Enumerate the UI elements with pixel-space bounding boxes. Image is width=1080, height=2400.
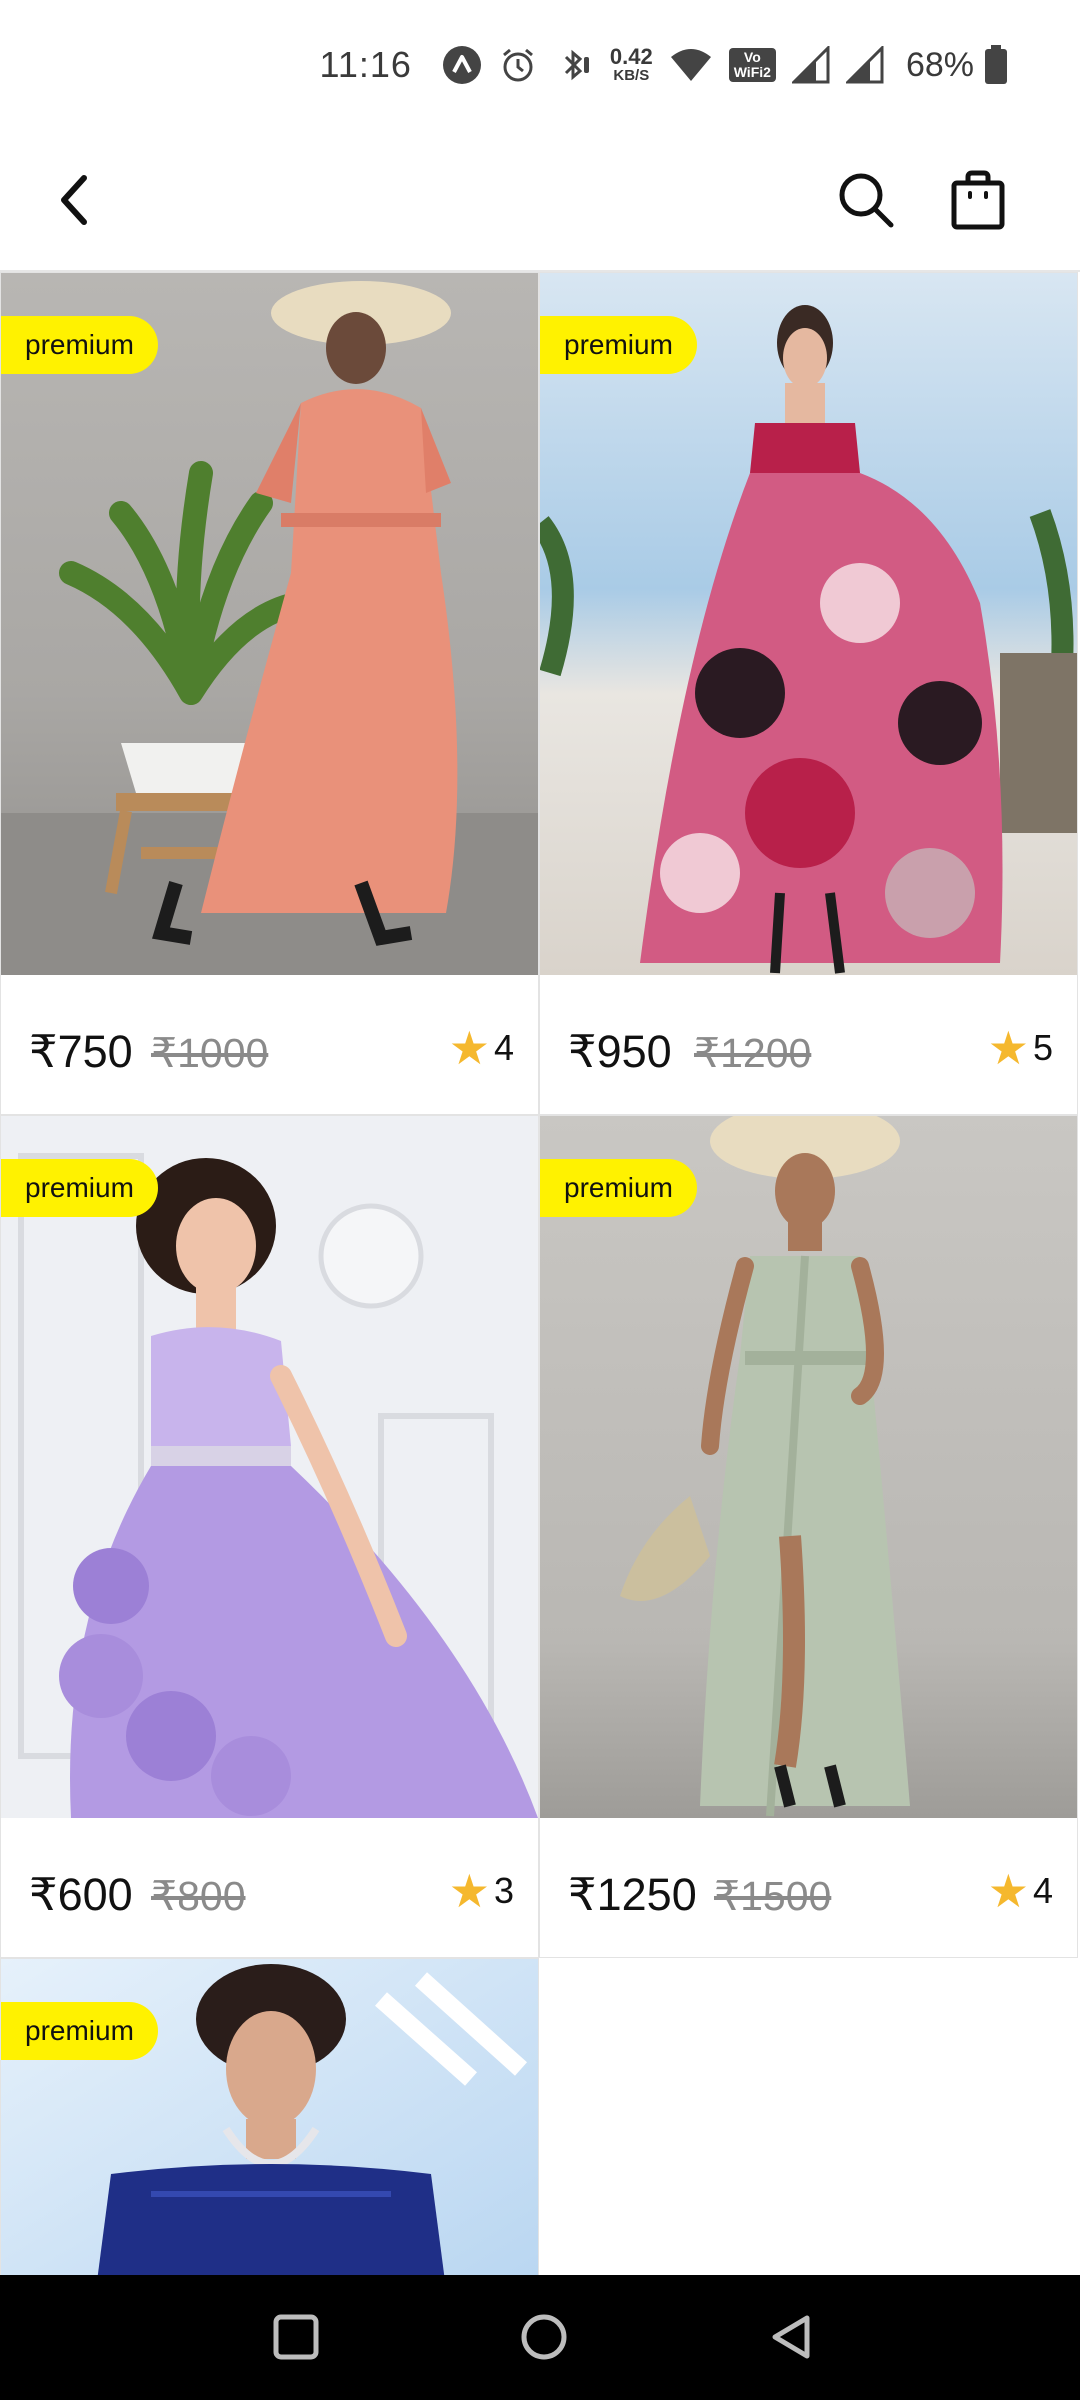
product-card[interactable]: premium ₹1250 ₹1500 ★ 4	[539, 1115, 1078, 1958]
product-card[interactable]: premium ₹950 ₹1200 ★ 5	[539, 272, 1078, 1115]
rating-value: 4	[1032, 1870, 1053, 1911]
network-speed: 0.42 KB/S	[610, 46, 653, 84]
signal-icon-1	[791, 46, 830, 84]
net-speed-unit: KB/S	[613, 67, 650, 84]
wifi-icon	[669, 47, 713, 83]
system-navigation-bar	[0, 2275, 1080, 2400]
premium-badge: premium	[540, 1159, 697, 1217]
product-old-price: ₹1000	[151, 1030, 269, 1076]
product-image[interactable]: premium	[540, 273, 1077, 975]
shopping-bag-icon[interactable]	[938, 160, 1018, 240]
volte-top-label: Vo	[743, 49, 761, 65]
recent-apps-icon[interactable]	[256, 2297, 336, 2377]
status-time: 11:16	[319, 44, 412, 85]
rating-value: 3	[493, 1870, 514, 1911]
alarm-icon	[498, 45, 538, 85]
product-rating: ★ 4	[449, 1021, 514, 1075]
volte-wifi-icon: Vo WiFi2	[728, 48, 776, 82]
star-icon: ★	[448, 1022, 490, 1074]
product-card[interactable]: premium ₹600 ₹800 ★ 3	[0, 1115, 539, 1958]
product-old-price: ₹800	[151, 1873, 246, 1919]
product-info: ₹750 ₹1000 ★ 4	[1, 975, 538, 1113]
product-info: ₹600 ₹800 ★ 3	[1, 1818, 538, 1956]
screen: 11:16 0.42 KB/S Vo WiFi2 68% premium ₹75…	[0, 0, 1080, 2400]
back-arrow-icon[interactable]	[34, 160, 114, 240]
star-icon: ★	[448, 1865, 490, 1917]
premium-badge: premium	[1, 316, 158, 374]
product-image[interactable]: premium	[540, 1116, 1077, 1818]
app-bar	[0, 130, 1080, 272]
product-info: ₹1250 ₹1500 ★ 4	[540, 1818, 1077, 1956]
net-speed-value: 0.42	[609, 44, 653, 69]
product-card[interactable]: premium	[0, 1958, 539, 2289]
rating-value: 4	[493, 1027, 514, 1068]
battery-icon	[984, 45, 1008, 85]
product-info: ₹950 ₹1200 ★ 5	[540, 975, 1077, 1113]
product-old-price: ₹1500	[714, 1873, 832, 1919]
search-icon[interactable]	[826, 160, 906, 240]
product-image[interactable]: premium	[1, 1959, 538, 2289]
premium-badge: premium	[1, 2002, 158, 2060]
product-image[interactable]: premium	[1, 1116, 538, 1818]
product-price: ₹1250	[568, 1869, 697, 1920]
app-notification-icon	[442, 45, 482, 85]
product-price: ₹750	[29, 1026, 133, 1077]
home-icon[interactable]	[504, 2297, 584, 2377]
product-price: ₹950	[568, 1026, 672, 1077]
bluetooth-vibrate-icon	[554, 45, 594, 85]
status-bar: 11:16 0.42 KB/S Vo WiFi2 68%	[0, 0, 1080, 130]
product-image[interactable]: premium	[1, 273, 538, 975]
product-rating: ★ 4	[988, 1864, 1053, 1918]
signal-icon-2	[845, 46, 884, 84]
back-triangle-icon[interactable]	[752, 2297, 832, 2377]
product-rating: ★ 5	[988, 1021, 1053, 1075]
battery-percentage: 68%	[905, 45, 974, 84]
star-icon: ★	[987, 1022, 1029, 1074]
star-icon: ★	[987, 1865, 1029, 1917]
product-rating: ★ 3	[449, 1864, 514, 1918]
product-card[interactable]: premium ₹750 ₹1000 ★ 4	[0, 272, 539, 1115]
premium-badge: premium	[540, 316, 697, 374]
premium-badge: premium	[1, 1159, 158, 1217]
product-price: ₹600	[29, 1869, 133, 1920]
product-old-price: ₹1200	[694, 1030, 812, 1076]
volte-bottom-label: WiFi2	[733, 64, 771, 80]
rating-value: 5	[1032, 1027, 1053, 1068]
